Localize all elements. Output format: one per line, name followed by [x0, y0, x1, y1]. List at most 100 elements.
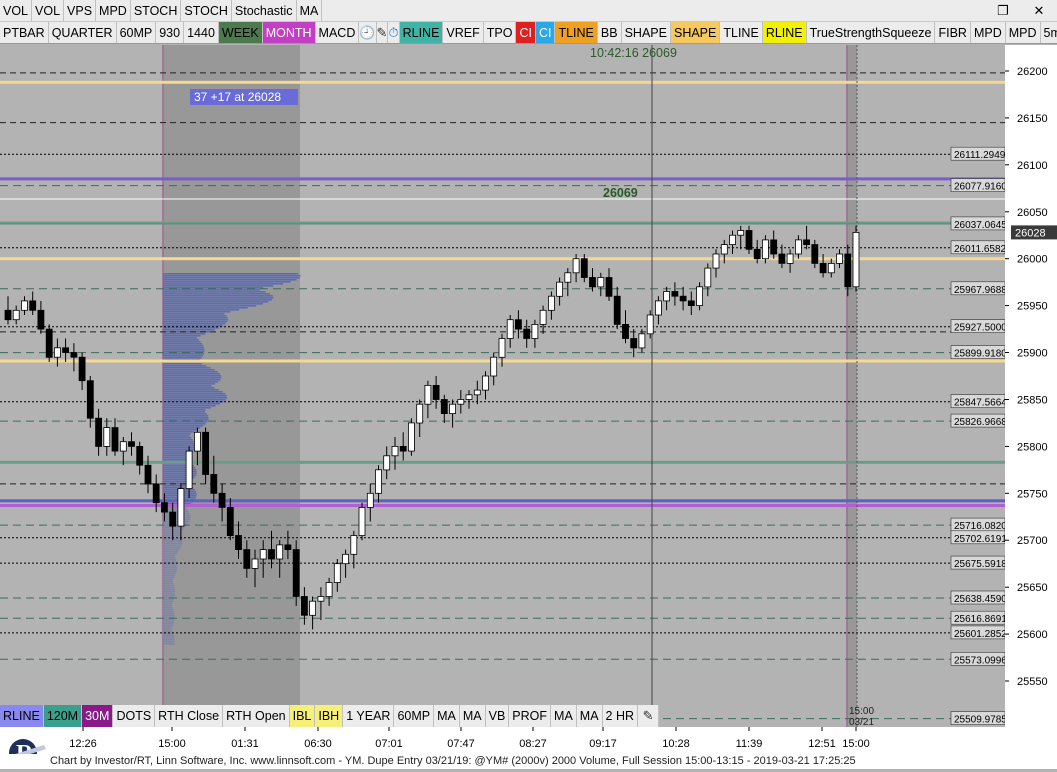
toolbar-button-ibh[interactable]: IBH — [315, 705, 344, 727]
toolbar-button-mpd[interactable]: MPD — [96, 0, 131, 21]
toolbar-button-dots[interactable]: DOTS — [113, 705, 156, 727]
profile-bar — [163, 407, 211, 409]
toolbar-button-vol[interactable]: VOL — [32, 0, 65, 21]
restore-icon[interactable]: ❐ — [985, 0, 1021, 22]
profile-bar — [163, 609, 174, 611]
toolbar-button-tpo[interactable]: TPO — [483, 22, 517, 43]
stopwatch-icon[interactable]: ⏱ — [388, 22, 400, 43]
toolbar-button-rline[interactable]: RLINE — [399, 22, 444, 43]
toolbar-button-vref[interactable]: VREF — [443, 22, 484, 43]
toolbar-button-ci[interactable]: CI — [535, 22, 556, 43]
toolbar-button-60mp[interactable]: 60MP — [116, 22, 157, 43]
toolbar-button-vol[interactable]: VOL — [0, 0, 33, 21]
toolbar-button-2-hr[interactable]: 2 HR — [602, 705, 639, 727]
price-level-label: 26077.9160 — [954, 182, 1005, 193]
profile-bar — [163, 307, 248, 309]
time-axis: 12:26 15:00 01:31 06:30 07:01 07:47 08:27 09:17… — [0, 727, 1005, 754]
price-chart[interactable]: 37 +17 at 26028 10:42:16 26069 26069 26111.… — [0, 45, 1005, 727]
profile-bar — [163, 573, 176, 575]
candle — [548, 295, 555, 311]
profile-bar — [163, 313, 225, 315]
toolbar-button-tline[interactable]: TLINE — [555, 22, 598, 43]
toolbar-button-stochastic[interactable]: Stochastic — [231, 0, 297, 21]
toolbar-button-rline[interactable]: RLINE — [0, 705, 44, 727]
toolbar-button-shape[interactable]: SHAPE — [621, 22, 671, 43]
time-tick-label: 07:47 — [447, 738, 475, 750]
profile-bar — [163, 607, 173, 609]
toolbar-button-5m-or[interactable]: 5m OR — [1040, 22, 1057, 43]
toolbar-button-tline[interactable]: TLINE — [720, 22, 763, 43]
candle — [317, 596, 325, 602]
candle — [795, 239, 802, 255]
profile-bar — [163, 629, 172, 631]
profile-bar — [163, 431, 194, 433]
candle — [432, 384, 440, 400]
toolbar-button-1440[interactable]: 1440 — [184, 22, 219, 43]
candle — [37, 309, 45, 330]
candle — [300, 596, 308, 616]
toolbar-button-30m[interactable]: 30M — [82, 705, 114, 727]
toolbar-button-60mp[interactable]: 60MP — [394, 705, 435, 727]
toolbar-button-ma[interactable]: MA — [296, 0, 323, 21]
toolbar-button-ibl[interactable]: IBL — [289, 705, 316, 727]
candle — [671, 291, 679, 297]
toolbar-button-fibr[interactable]: FIBR — [935, 22, 971, 43]
pencil-icon[interactable]: ✎ — [376, 22, 389, 43]
profile-bar — [163, 639, 175, 641]
profile-bar — [163, 443, 195, 445]
profile-bar — [163, 371, 218, 373]
toolbar-button-truestrengthsqueeze[interactable]: TrueStrengthSqueeze — [806, 22, 936, 43]
toolbar-button-mpd[interactable]: MPD — [970, 22, 1006, 43]
candle — [21, 300, 28, 311]
candle — [827, 262, 835, 274]
toolbar-button-quarter[interactable]: QUARTER — [48, 22, 117, 43]
profile-bar — [163, 367, 211, 369]
profile-bar — [163, 295, 273, 297]
crosshair-price-label: 26069 — [603, 186, 638, 200]
toolbar-button-month[interactable]: MONTH — [262, 22, 316, 43]
toolbar-button-ma[interactable]: MA — [434, 705, 460, 727]
candle — [663, 291, 670, 302]
price-tick-label: 25800 — [1017, 441, 1048, 453]
toolbar-button-ma[interactable]: MA — [576, 705, 603, 727]
profile-bar — [163, 457, 189, 459]
time-tick-label: 01:31 — [231, 738, 259, 750]
profile-bar — [163, 383, 216, 385]
toolbar-button-stoch[interactable]: STOCH — [181, 0, 232, 21]
price-level-label: 25899.9180 — [954, 349, 1005, 360]
toolbar-button-prof[interactable]: PROF — [509, 705, 552, 727]
pencil-icon[interactable]: ✎ — [638, 705, 660, 727]
candle — [506, 319, 514, 339]
toolbar-button-bb[interactable]: BB — [597, 22, 622, 43]
toolbar-button-rth-close[interactable]: RTH Close — [155, 705, 224, 727]
window-controls: ❐ ✕ — [985, 0, 1057, 22]
profile-bar — [163, 301, 269, 303]
toolbar-button-ptbar[interactable]: PTBAR — [0, 22, 49, 43]
profile-bar — [163, 369, 215, 371]
toolbar-button-vps[interactable]: VPS — [64, 0, 97, 21]
toolbar-button-ci[interactable]: CI — [516, 22, 536, 43]
price-level-label: 25509.9785 — [954, 715, 1005, 726]
toolbar-button-ma[interactable]: MA — [459, 705, 486, 727]
toolbar-button-ma[interactable]: MA — [551, 705, 577, 727]
toolbar-button-shape[interactable]: SHAPE — [670, 22, 721, 43]
toolbar-button-930[interactable]: 930 — [156, 22, 185, 43]
toolbar-button-week[interactable]: WEEK — [218, 22, 263, 43]
profile-bar — [163, 291, 266, 293]
toolbar-button-macd[interactable]: MACD — [315, 22, 360, 43]
chart-area[interactable]: 37 +17 at 26028 10:42:16 26069 26069 26111.… — [0, 45, 1005, 727]
candle — [523, 328, 531, 339]
profile-bar — [163, 319, 229, 321]
toolbar-button-vb[interactable]: VB — [485, 705, 510, 727]
toolbar-button-120m[interactable]: 120M — [43, 705, 83, 727]
profile-bar — [163, 275, 301, 277]
toolbar-button-stoch[interactable]: STOCH — [130, 0, 182, 21]
toolbar-button-rline[interactable]: RLINE — [762, 22, 807, 43]
toolbar-button-1-year[interactable]: 1 YEAR — [343, 705, 395, 727]
price-tick-label: 25600 — [1017, 629, 1048, 641]
close-icon[interactable]: ✕ — [1021, 0, 1057, 22]
toolbar-button-mpd[interactable]: MPD — [1005, 22, 1041, 43]
toolbar-button-rth-open[interactable]: RTH Open — [223, 705, 290, 727]
clock-icon[interactable]: 🕘 — [359, 22, 377, 43]
profile-bar — [163, 425, 204, 427]
